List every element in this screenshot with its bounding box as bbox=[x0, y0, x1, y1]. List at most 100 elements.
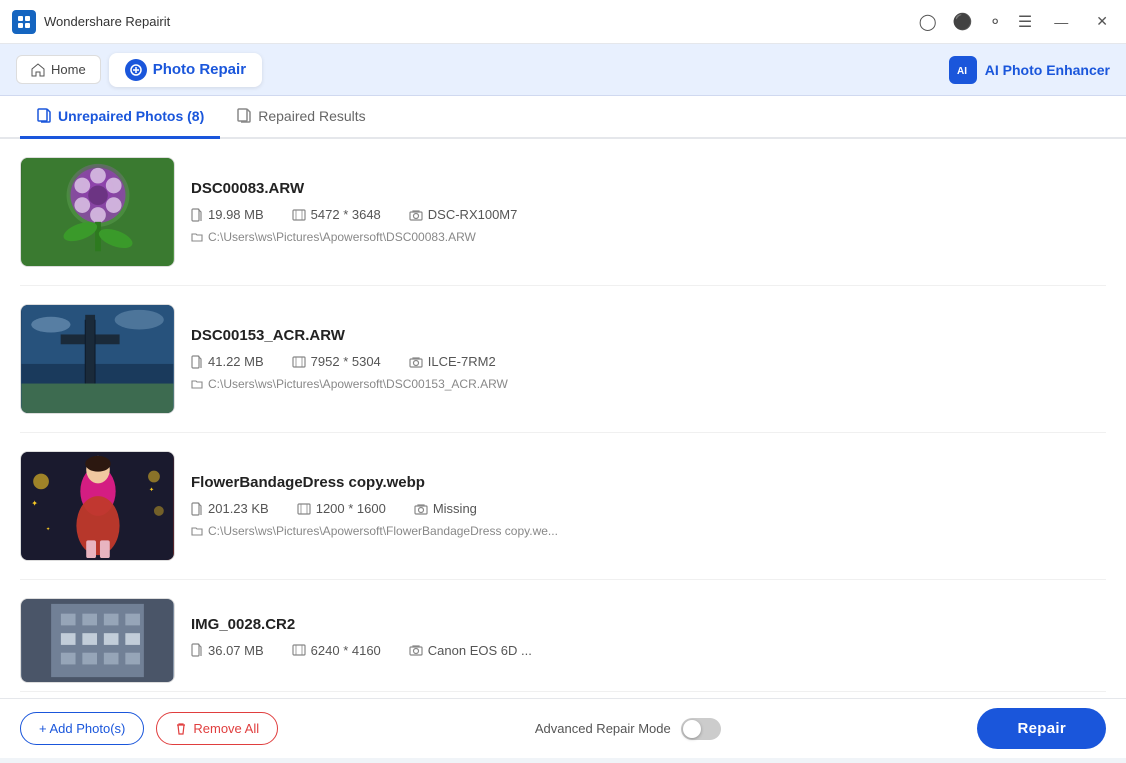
titlebar-left: Wondershare Repairit bbox=[12, 10, 170, 34]
table-row: IMG_0028.CR2 36.07 MB 6240 * 4160 bbox=[20, 580, 1106, 692]
thumb-svg-1 bbox=[21, 158, 174, 266]
photo-info-3: FlowerBandageDress copy.webp 201.23 KB bbox=[191, 474, 1106, 538]
add-photos-label: + Add Photo(s) bbox=[39, 721, 125, 736]
svg-text:AI: AI bbox=[957, 66, 967, 77]
photo-repair-icon bbox=[125, 59, 147, 81]
advanced-mode-label: Advanced Repair Mode bbox=[535, 721, 671, 736]
menu-icon[interactable]: ☰ bbox=[1018, 12, 1032, 32]
dimensions-icon-3 bbox=[297, 503, 311, 515]
remove-all-button[interactable]: Remove All bbox=[156, 712, 278, 745]
table-row: DSC00153_ACR.ARW 41.22 MB 7952 * 5304 bbox=[20, 286, 1106, 433]
camera-icon-2 bbox=[409, 356, 423, 368]
table-row: ✦ ✦ ✦ FlowerBandageDress copy.webp 201.2… bbox=[20, 433, 1106, 580]
titlebar: Wondershare Repairit ◯ ⚫ ⚬ ☰ — ✕ bbox=[0, 0, 1126, 44]
bottombar-left: + Add Photo(s) Remove All bbox=[20, 712, 278, 745]
folder-icon-3 bbox=[191, 525, 203, 537]
home-label: Home bbox=[51, 62, 86, 77]
svg-text:✦: ✦ bbox=[149, 486, 154, 493]
thumb-svg-2 bbox=[21, 305, 174, 413]
chat-icon[interactable]: ⚬ bbox=[989, 12, 1002, 32]
home-icon bbox=[31, 63, 45, 77]
table-row: DSC00083.ARW 19.98 MB 5472 * 3648 bbox=[20, 139, 1106, 286]
photo-path-3: C:\Users\ws\Pictures\Apowersoft\FlowerBa… bbox=[191, 524, 1106, 538]
user-icon[interactable]: ◯ bbox=[919, 12, 937, 32]
photo-thumb-1 bbox=[20, 157, 175, 267]
add-photos-button[interactable]: + Add Photo(s) bbox=[20, 712, 144, 745]
photo-dimensions-4: 6240 * 4160 bbox=[292, 643, 381, 658]
bottombar: + Add Photo(s) Remove All Advanced Repai… bbox=[0, 698, 1126, 758]
photo-info-1: DSC00083.ARW 19.98 MB 5472 * 3648 bbox=[191, 180, 1106, 244]
dimensions-icon-1 bbox=[292, 209, 306, 221]
ai-icon-svg: AI bbox=[955, 62, 971, 78]
tab-repaired-label: Repaired Results bbox=[258, 108, 365, 124]
svg-text:✦: ✦ bbox=[31, 499, 38, 508]
photo-meta-2: 41.22 MB 7952 * 5304 I bbox=[191, 354, 1106, 369]
repair-icon-svg bbox=[129, 63, 143, 77]
photo-size-1: 19.98 MB bbox=[191, 207, 264, 222]
ai-icon: AI bbox=[949, 56, 977, 84]
photo-repair-tab[interactable]: Photo Repair bbox=[109, 53, 262, 87]
photo-list: DSC00083.ARW 19.98 MB 5472 * 3648 bbox=[0, 139, 1126, 698]
tab-unrepaired-label: Unrepaired Photos (8) bbox=[58, 108, 204, 124]
photo-camera-2: ILCE-7RM2 bbox=[409, 354, 496, 369]
photo-size-3: 201.23 KB bbox=[191, 501, 269, 516]
photo-thumb-4 bbox=[20, 598, 175, 683]
svg-text:✦: ✦ bbox=[46, 527, 50, 533]
titlebar-controls: ◯ ⚫ ⚬ ☰ — ✕ bbox=[919, 11, 1114, 32]
file-icon-1 bbox=[191, 208, 203, 222]
tab-repaired-icon bbox=[236, 108, 252, 124]
navbar-left: Home Photo Repair bbox=[16, 53, 262, 87]
app-icon bbox=[12, 10, 36, 34]
photo-dimensions-2: 7952 * 5304 bbox=[292, 354, 381, 369]
photo-name-2: DSC00153_ACR.ARW bbox=[191, 327, 1106, 344]
photo-name-1: DSC00083.ARW bbox=[191, 180, 1106, 197]
advanced-mode-toggle[interactable] bbox=[681, 718, 721, 740]
ai-enhancer-label: AI Photo Enhancer bbox=[985, 62, 1110, 78]
folder-icon-2 bbox=[191, 378, 203, 390]
photo-dimensions-1: 5472 * 3648 bbox=[292, 207, 381, 222]
folder-icon-1 bbox=[191, 231, 203, 243]
camera-icon-3 bbox=[414, 503, 428, 515]
photo-camera-1: DSC-RX100M7 bbox=[409, 207, 518, 222]
photo-info-4: IMG_0028.CR2 36.07 MB 6240 * 4160 bbox=[191, 616, 1106, 666]
photo-path-1: C:\Users\ws\Pictures\Apowersoft\DSC00083… bbox=[191, 230, 1106, 244]
file-icon-3 bbox=[191, 502, 203, 516]
close-button[interactable]: ✕ bbox=[1090, 11, 1114, 32]
file-icon-4 bbox=[191, 643, 203, 657]
headphones-icon[interactable]: ⚫ bbox=[953, 12, 973, 32]
toggle-knob bbox=[683, 720, 701, 738]
tab-repaired[interactable]: Repaired Results bbox=[220, 96, 381, 139]
tab-unrepaired[interactable]: Unrepaired Photos (8) bbox=[20, 96, 220, 139]
repair-button[interactable]: Repair bbox=[977, 708, 1106, 749]
repair-label: Repair bbox=[1017, 720, 1066, 737]
photo-camera-3: Missing bbox=[414, 501, 477, 516]
photo-info-2: DSC00153_ACR.ARW 41.22 MB 7952 * 5304 bbox=[191, 327, 1106, 391]
dimensions-icon-2 bbox=[292, 356, 306, 368]
app-name: Wondershare Repairit bbox=[44, 14, 170, 29]
photo-dimensions-3: 1200 * 1600 bbox=[297, 501, 386, 516]
ai-enhancer-button[interactable]: AI AI Photo Enhancer bbox=[949, 56, 1110, 84]
photo-path-2: C:\Users\ws\Pictures\Apowersoft\DSC00153… bbox=[191, 377, 1106, 391]
remove-all-label: Remove All bbox=[193, 721, 259, 736]
photo-name-3: FlowerBandageDress copy.webp bbox=[191, 474, 1106, 491]
photo-camera-4: Canon EOS 6D ... bbox=[409, 643, 532, 658]
photo-repair-label: Photo Repair bbox=[153, 61, 246, 78]
photo-meta-4: 36.07 MB 6240 * 4160 C bbox=[191, 643, 1106, 658]
dimensions-icon-4 bbox=[292, 644, 306, 656]
minimize-button[interactable]: — bbox=[1048, 12, 1074, 32]
photo-meta-3: 201.23 KB 1200 * 1600 bbox=[191, 501, 1106, 516]
camera-icon-1 bbox=[409, 209, 423, 221]
thumb-svg-3: ✦ ✦ ✦ bbox=[21, 452, 174, 560]
home-button[interactable]: Home bbox=[16, 55, 101, 84]
photo-size-4: 36.07 MB bbox=[191, 643, 264, 658]
photo-name-4: IMG_0028.CR2 bbox=[191, 616, 1106, 633]
photo-meta-1: 19.98 MB 5472 * 3648 D bbox=[191, 207, 1106, 222]
photo-thumb-2 bbox=[20, 304, 175, 414]
trash-icon bbox=[175, 722, 187, 735]
photo-thumb-3: ✦ ✦ ✦ bbox=[20, 451, 175, 561]
thumb-svg-4 bbox=[21, 599, 174, 682]
tab-unrepaired-icon bbox=[36, 108, 52, 124]
file-icon-2 bbox=[191, 355, 203, 369]
advanced-mode-control: Advanced Repair Mode bbox=[535, 718, 721, 740]
camera-icon-4 bbox=[409, 644, 423, 656]
